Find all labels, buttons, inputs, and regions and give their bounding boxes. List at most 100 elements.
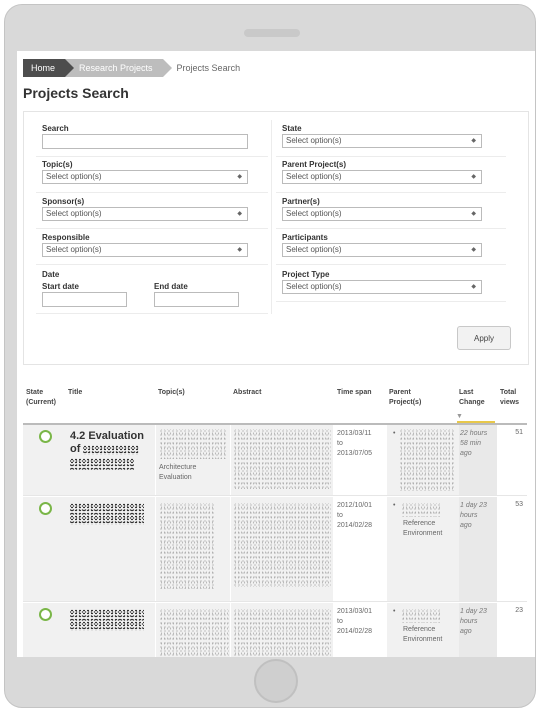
title-redacted (70, 458, 134, 470)
end-date-label: End date (154, 282, 188, 291)
date-label: Date (42, 270, 60, 279)
parent-projects-select[interactable]: Select option(s) ◆ (282, 170, 482, 184)
breadcrumb-research-projects[interactable]: Research Projects (65, 59, 172, 77)
search-input[interactable] (42, 134, 248, 149)
project-type-select[interactable]: Select option(s) ◆ (282, 280, 482, 294)
participants-filter: Participants Select option(s) ◆ (282, 233, 482, 257)
row-parent-line1: Reference (403, 626, 436, 633)
start-date-label: Start date (42, 282, 79, 291)
row-last-change: 1 day 23 hours ago (460, 607, 487, 637)
row-title-line1: 4.2 Evaluation (70, 430, 144, 442)
breadcrumb-home-label: Home (31, 63, 56, 73)
row-topic-1[interactable]: Architecture (159, 464, 196, 471)
responsible-select[interactable]: Select option(s) ◆ (42, 243, 248, 257)
col-total-views-line2: views (500, 399, 520, 406)
page-title: Projects Search (23, 85, 129, 101)
row-parent[interactable]: Reference Environment (403, 519, 442, 539)
partners-select[interactable]: Select option(s) ◆ (282, 207, 482, 221)
row-parent-line2: Environment (403, 636, 443, 643)
sponsors-label: Sponsor(s) (42, 197, 85, 206)
table-row[interactable]: 2013/03/01 to 2014/02/28 • Reference Enviro… (23, 603, 527, 657)
apply-button[interactable]: Apply (457, 326, 511, 350)
responsible-label: Responsible (42, 233, 90, 242)
topics-redacted (159, 429, 227, 459)
participants-select[interactable]: Select option(s) ◆ (282, 243, 482, 257)
row-last-change-line1: 1 day 23 (460, 502, 487, 509)
title-redacted (70, 503, 144, 525)
row-parent-line1: Reference (403, 520, 436, 527)
col-last-change-line1: Last (459, 389, 474, 396)
topics-label: Topic(s) (42, 160, 73, 169)
row-time-end: 2014/02/28 (337, 522, 373, 529)
topics-select[interactable]: Select option(s) ◆ (42, 170, 248, 184)
topics-filter: Topic(s) Select option(s) ◆ (42, 160, 248, 184)
sort-descending-icon: ▼ (456, 413, 463, 420)
state-filter: State Select option(s) ◆ (282, 124, 482, 148)
topics-placeholder: Select option(s) (46, 172, 102, 181)
row-time-end: 2014/02/28 (337, 628, 373, 635)
parent-projects-filter: Parent Project(s) Select option(s) ◆ (282, 160, 482, 184)
row-last-change-line2: hours (460, 512, 478, 519)
col-topics[interactable]: Topic(s) (158, 388, 185, 398)
col-abstract[interactable]: Abstract (233, 388, 261, 398)
search-label: Search (42, 124, 69, 133)
row-last-change-line2: 58 min (460, 440, 482, 447)
end-date-input[interactable] (154, 292, 239, 307)
title-redacted (70, 609, 144, 631)
select-arrows-icon: ◆ (237, 211, 242, 217)
state-select[interactable]: Select option(s) ◆ (282, 134, 482, 148)
project-type-filter: Project Type Select option(s) ◆ (282, 270, 482, 294)
row-last-change-line1: 1 day 23 (460, 608, 487, 615)
col-time-span[interactable]: Time span (337, 388, 372, 398)
state-label: State (282, 124, 302, 133)
row-title-line2: of (70, 443, 81, 455)
bullet-icon: • (393, 608, 396, 615)
parent-projects-label: Parent Project(s) (282, 160, 347, 169)
row-last-change-line2: hours (460, 618, 478, 625)
row-last-change-line3: ago (460, 522, 472, 529)
breadcrumb-current: Projects Search (176, 63, 241, 73)
state-active-icon (39, 430, 52, 443)
col-total-views[interactable]: Total views (500, 388, 519, 408)
col-last-change[interactable]: Last Change (459, 388, 485, 408)
select-arrows-icon: ◆ (237, 247, 242, 253)
col-total-views-line1: Total (500, 389, 517, 396)
select-arrows-icon: ◆ (237, 174, 242, 180)
home-hardware-button[interactable] (254, 659, 298, 703)
participants-placeholder: Select option(s) (286, 245, 342, 254)
row-last-change-line3: ago (460, 450, 472, 457)
state-active-icon (39, 608, 52, 621)
speaker-slot (244, 29, 300, 37)
row-topic-2[interactable]: Evaluation (159, 474, 192, 481)
col-parent-line2: Project(s) (389, 399, 422, 406)
project-type-placeholder: Select option(s) (286, 282, 342, 291)
row-time-start: 2013/03/11 (337, 430, 372, 437)
row-parent[interactable]: Reference Environment (403, 625, 442, 645)
table-row[interactable]: 2012/10/01 to 2014/02/28 • Reference Enviro… (23, 497, 527, 602)
col-parent-projects[interactable]: Parent Project(s) (389, 388, 421, 408)
sponsors-select[interactable]: Select option(s) ◆ (42, 207, 248, 221)
breadcrumb: Home Research Projects Projects Search (23, 59, 250, 77)
row-time-span: 2012/10/01 to 2014/02/28 (337, 501, 372, 531)
select-arrows-icon: ◆ (471, 247, 476, 253)
table-row[interactable]: 4.2 Evaluation of Architecture Evaluation … (23, 425, 527, 496)
col-state[interactable]: State (Current) (26, 388, 56, 408)
row-last-change: 1 day 23 hours ago (460, 501, 487, 531)
screen: Home Research Projects Projects Search P… (17, 51, 535, 657)
col-parent-line1: Parent (389, 389, 411, 396)
col-state-line2: (Current) (26, 399, 56, 406)
col-state-line1: State (26, 389, 44, 396)
row-time-span: 2013/03/01 to 2014/02/28 (337, 607, 372, 637)
row-parent-line2: Environment (403, 530, 443, 537)
topics-redacted (159, 503, 215, 589)
row-time-to: to (337, 440, 343, 447)
row-last-change-line1: 22 hours (460, 430, 488, 437)
select-arrows-icon: ◆ (471, 284, 476, 290)
row-time-start: 2013/03/01 (337, 608, 373, 615)
col-title[interactable]: Title (68, 388, 82, 398)
search-filter: Search (42, 124, 248, 149)
state-placeholder: Select option(s) (286, 136, 342, 145)
breadcrumb-home[interactable]: Home (23, 59, 75, 77)
sponsors-placeholder: Select option(s) (46, 209, 102, 218)
start-date-input[interactable] (42, 292, 127, 307)
